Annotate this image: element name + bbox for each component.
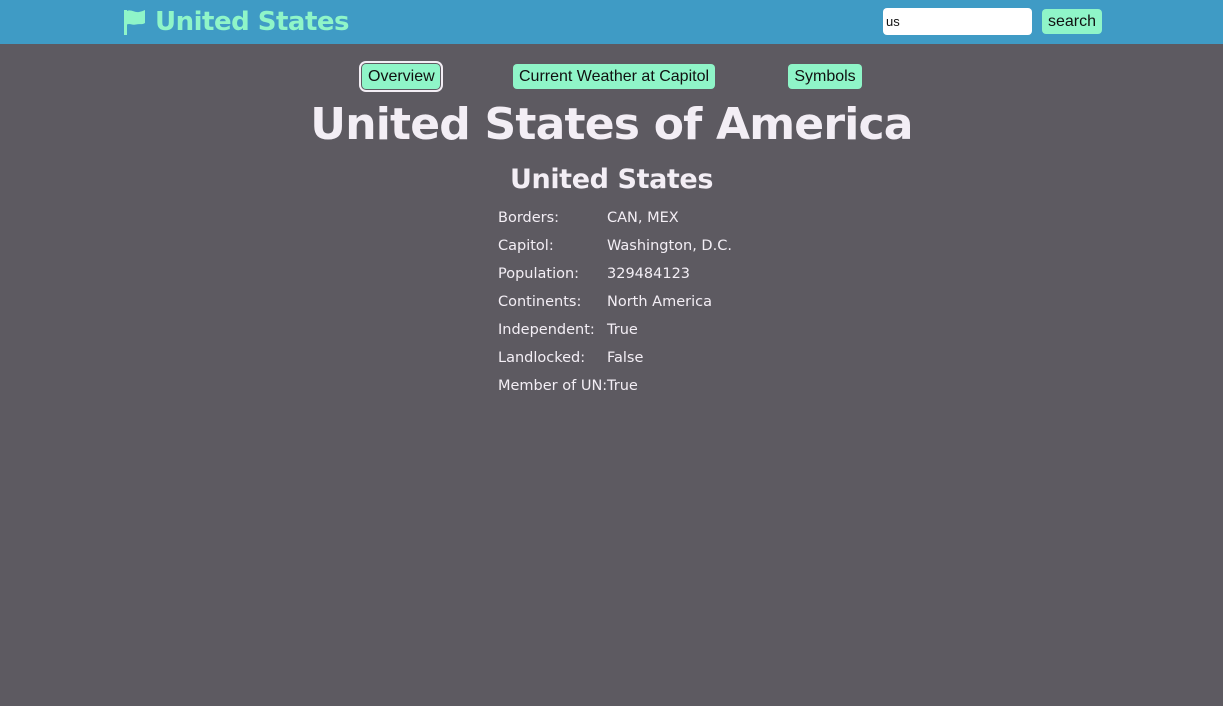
fact-row-continents: Continents: North America xyxy=(498,290,732,318)
fact-label: Landlocked: xyxy=(498,350,586,366)
fact-row-independent: Independent: True xyxy=(498,318,732,346)
fact-label: Member of UN: xyxy=(498,378,608,394)
fact-row-borders: Borders: CAN, MEX xyxy=(498,206,732,234)
fact-value: 329484123 xyxy=(607,266,691,282)
brand-link[interactable]: United States xyxy=(122,6,350,38)
tab-symbols[interactable]: Symbols xyxy=(788,64,862,89)
brand-title: United States xyxy=(155,7,350,37)
fact-row-population: Population: 329484123 xyxy=(498,262,732,290)
country-facts: Borders: CAN, MEX Capitol: Washington, D… xyxy=(498,206,732,402)
fact-label: Borders: xyxy=(498,210,560,226)
top-navbar: United States search xyxy=(0,0,1223,44)
fact-label: Capitol: xyxy=(498,238,554,254)
tab-current-weather[interactable]: Current Weather at Capitol xyxy=(513,64,715,89)
search-button[interactable]: search xyxy=(1042,9,1102,34)
fact-label: Continents: xyxy=(498,294,582,310)
country-name: United States xyxy=(509,164,713,195)
tab-overview[interactable]: Overview xyxy=(362,64,440,89)
page-title: United States of America xyxy=(310,99,913,150)
search-input[interactable] xyxy=(883,8,1032,35)
fact-value: True xyxy=(607,378,638,394)
fact-value: North America xyxy=(607,294,712,310)
fact-value: CAN, MEX xyxy=(607,210,679,226)
fact-value: Washington, D.C. xyxy=(607,238,732,254)
fact-value: True xyxy=(607,322,638,338)
fact-value: False xyxy=(607,350,644,366)
fact-row-capitol: Capitol: Washington, D.C. xyxy=(498,234,732,262)
fact-label: Independent: xyxy=(498,322,595,338)
flag-icon xyxy=(122,8,146,36)
fact-row-landlocked: Landlocked: False xyxy=(498,346,732,374)
fact-label: Population: xyxy=(498,266,580,282)
fact-row-member-of-un: Member of UN: True xyxy=(498,374,732,402)
